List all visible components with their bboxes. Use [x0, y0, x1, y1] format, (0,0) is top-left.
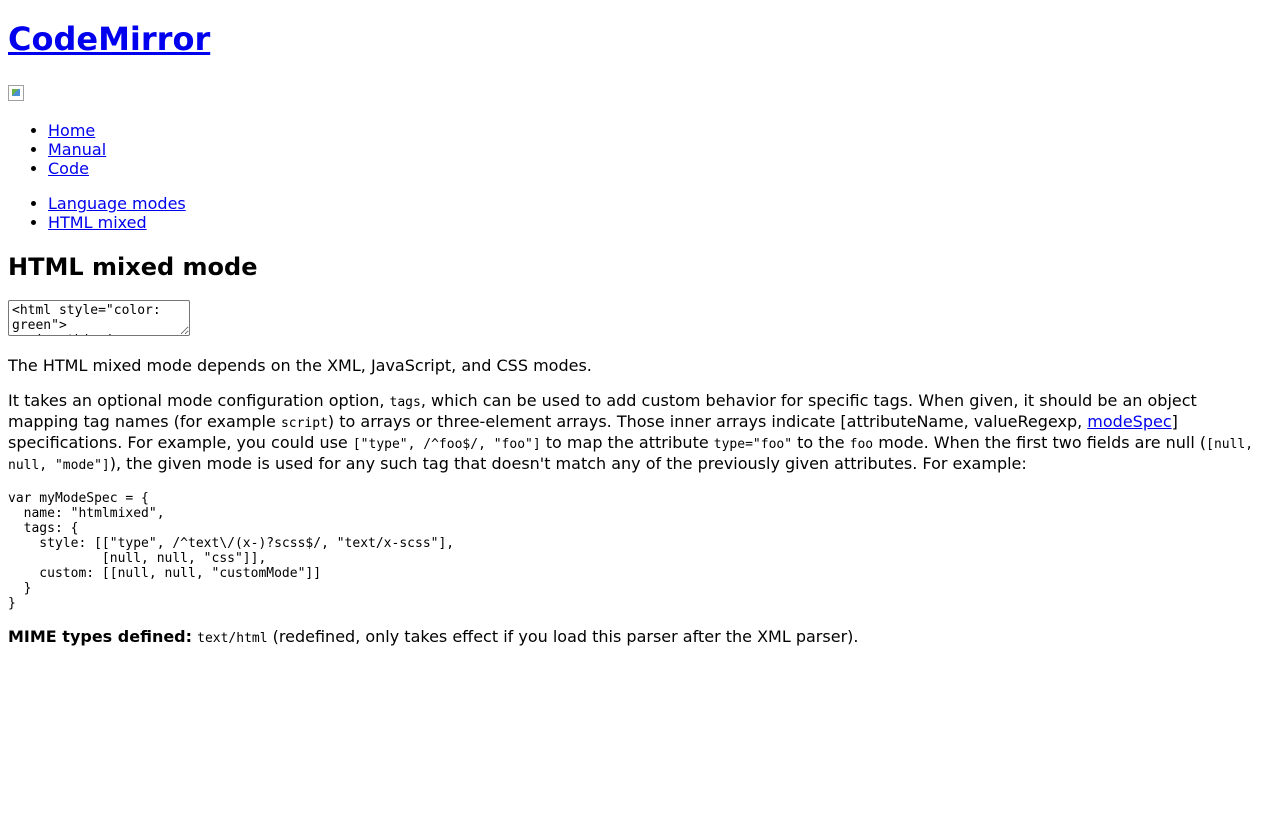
nav-item-manual: Manual [48, 140, 1272, 159]
page-title: HTML mixed mode [8, 253, 258, 281]
mime-types-paragraph: MIME types defined: text/html (redefined… [8, 627, 1272, 648]
description-paragraph: It takes an optional mode configuration … [8, 391, 1272, 475]
desc-text: to map the attribute [540, 433, 714, 452]
code-tags: tags [389, 395, 421, 410]
mime-type-code: text/html [197, 631, 268, 646]
site-title: CodeMirror [8, 21, 1272, 58]
nav-link-code[interactable]: Code [48, 159, 89, 178]
site-title-link[interactable]: CodeMirror [8, 20, 210, 58]
code-foo: foo [849, 437, 874, 452]
code-editor-textarea[interactable]: <html style="color: green"> <!-- this is… [8, 300, 190, 336]
mime-label: MIME types defined: [8, 627, 193, 646]
breadcrumb-nav: Language modes HTML mixed [8, 194, 1272, 232]
code-script: script [280, 416, 328, 431]
nav-item-html-mixed: HTML mixed [48, 213, 1272, 232]
code-type-foo-array: ["type", /^foo$/, "foo"] [352, 437, 541, 452]
nav-link-home[interactable]: Home [48, 121, 95, 140]
modespec-link[interactable]: modeSpec [1087, 412, 1171, 431]
desc-text: ) to arrays or three-element arrays. Tho… [327, 412, 1088, 431]
nav-link-manual[interactable]: Manual [48, 140, 106, 159]
nav-item-language-modes: Language modes [48, 194, 1272, 213]
primary-nav: Home Manual Code [8, 121, 1272, 178]
desc-text: mode. When the first two fields are null… [873, 433, 1207, 452]
nav-link-language-modes[interactable]: Language modes [48, 194, 186, 213]
page: CodeMirror Home Manual Code Language mod… [0, 21, 1280, 648]
desc-text: It takes an optional mode configuration … [8, 391, 390, 410]
intro-paragraph: The HTML mixed mode depends on the XML, … [8, 356, 592, 375]
desc-text: ), the given mode is used for any such t… [109, 454, 1027, 473]
example-code-block: var myModeSpec = { name: "htmlmixed", ta… [8, 491, 455, 611]
code-type-attribute: type="foo" [713, 437, 793, 452]
logo-icon[interactable] [8, 85, 24, 101]
nav-item-code: Code [48, 159, 1272, 178]
nav-link-html-mixed[interactable]: HTML mixed [48, 213, 147, 232]
desc-text: to the [792, 433, 850, 452]
mime-note: (redefined, only takes effect if you loa… [267, 627, 859, 646]
nav-item-home: Home [48, 121, 1272, 140]
